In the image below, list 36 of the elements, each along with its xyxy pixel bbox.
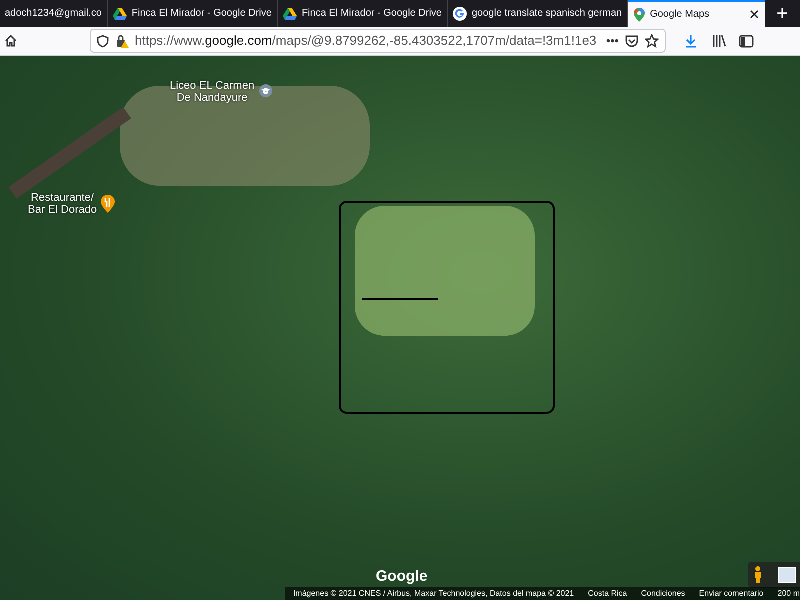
page-actions-button[interactable]: ••• [606, 32, 619, 50]
new-tab-button[interactable]: + [765, 0, 800, 27]
browser-tab[interactable]: Google Maps [628, 0, 765, 27]
restaurant-pin-icon[interactable] [101, 195, 116, 213]
tab-title: Finca El Mirador - Google Drive [132, 7, 272, 21]
place-label[interactable]: Liceo EL Carmen De Nandayure [170, 80, 255, 104]
sidebar-icon[interactable] [739, 34, 754, 48]
lock-warning-icon [115, 34, 129, 48]
school-pin-icon[interactable] [258, 84, 273, 100]
address-bar[interactable]: https://www.google.com/maps/@9.8799262,-85.4303522,1707m/data=!3m1!1e3 ••• [90, 29, 666, 53]
shield-icon [97, 34, 109, 48]
tab-title: Finca El Mirador - Google Drive [302, 7, 442, 21]
star-icon[interactable] [645, 34, 659, 48]
footer-link[interactable]: Enviar comentario [699, 588, 764, 600]
place-label[interactable]: Restaurante/ Bar El Dorado [28, 192, 98, 216]
footer-link[interactable]: Condiciones [641, 588, 686, 600]
pocket-icon[interactable] [625, 34, 639, 48]
map-logo: Google [376, 567, 428, 587]
tab-title: Google Maps [650, 8, 711, 22]
footer-link[interactable]: Costa Rica [588, 588, 628, 600]
triangle-logo-icon [112, 8, 127, 20]
library-icon[interactable] [712, 34, 727, 48]
person-icon[interactable] [752, 566, 764, 584]
close-icon[interactable] [750, 10, 759, 19]
scale-label[interactable]: 200 m [778, 588, 800, 600]
url-text[interactable]: https://www.google.com/maps/@9.8799262,-85.4303522,1707m/data=!3m1!1e3 [135, 31, 600, 51]
download-icon[interactable] [684, 34, 698, 48]
attribution-text: Imágenes © 2021 CNES / Airbus, Maxar Technologies, Datos del mapa © 2021 [293, 588, 574, 600]
home-icon[interactable] [4, 34, 18, 48]
tab-title: google translate spanisch german [472, 7, 622, 21]
triangle-logo-icon [282, 8, 297, 20]
map-pin-icon [634, 8, 646, 22]
satellite-map[interactable]: Liceo EL Carmen De Nandayure Restaurante/ Bar El Dorado Google Imágenes © 2021 CNES / Airbus, Maxar Technologies, Datos del mapa © 2021 Costa Rica Condiciones Enviar comentario 200 m [0, 56, 800, 600]
g-logo-icon [452, 6, 467, 20]
layer-thumbnail[interactable] [778, 567, 796, 583]
tab-title: adoch1234@gmail.co [5, 7, 102, 21]
